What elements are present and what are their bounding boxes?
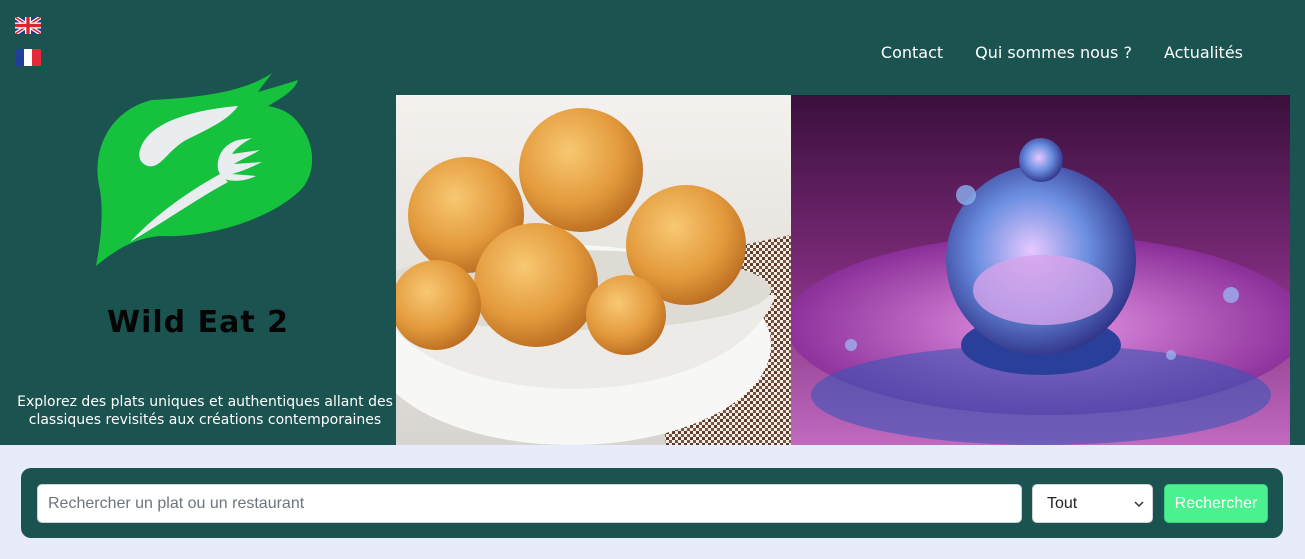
main-nav: Contact Qui sommes nous ? Actualités <box>881 42 1243 64</box>
category-select-value: Tout <box>1047 494 1078 512</box>
search-panel: Tout Rechercher <box>21 468 1283 538</box>
chevron-down-icon <box>1134 495 1144 513</box>
hero-image-water-drop <box>791 95 1290 445</box>
brand-name: Wild Eat 2 <box>107 305 289 340</box>
nav-link-about[interactable]: Qui sommes nous ? <box>975 42 1132 64</box>
hero-image-food <box>396 95 791 445</box>
uk-flag-icon[interactable] <box>15 17 41 34</box>
brand-tagline: Explorez des plats uniques et authentiqu… <box>17 394 393 428</box>
france-flag-icon[interactable] <box>15 49 41 66</box>
site-header: Contact Qui sommes nous ? Actualités Wil… <box>0 0 1305 445</box>
search-input[interactable] <box>37 484 1022 523</box>
search-button[interactable]: Rechercher <box>1164 484 1268 523</box>
nav-link-news[interactable]: Actualités <box>1164 42 1243 64</box>
wild-eat-logo[interactable] <box>90 70 320 270</box>
category-select[interactable]: Tout <box>1032 484 1153 523</box>
nav-link-contact[interactable]: Contact <box>881 42 943 64</box>
